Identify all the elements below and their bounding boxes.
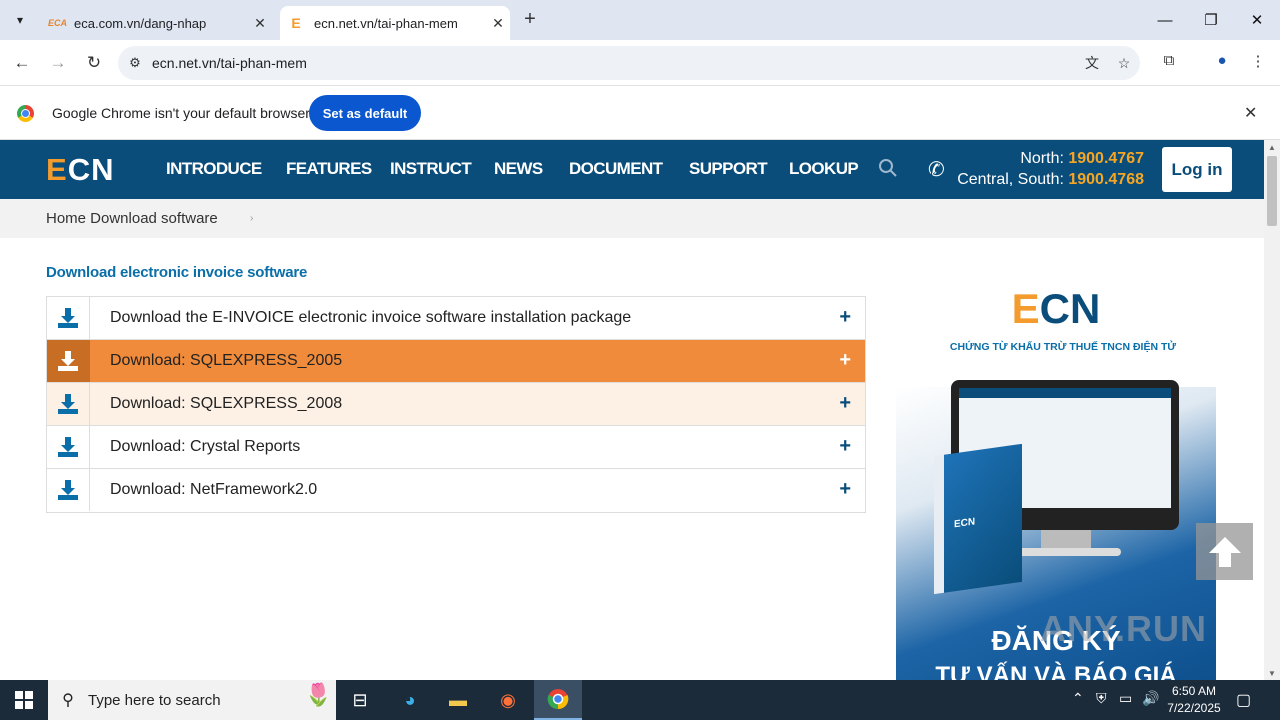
- profile-icon[interactable]: ●: [1210, 52, 1234, 76]
- infobar-message: Google Chrome isn't your default browser: [52, 105, 310, 121]
- breadcrumb-text[interactable]: Home Download software: [46, 210, 218, 227]
- edge-icon[interactable]: ◕: [386, 680, 434, 720]
- nav-instruct[interactable]: INSTRUCT: [390, 159, 472, 179]
- default-browser-infobar: Google Chrome isn't your default browser…: [0, 87, 1280, 140]
- chevron-up-icon[interactable]: ⌃: [1072, 690, 1084, 707]
- plus-icon[interactable]: +: [839, 306, 851, 329]
- scroll-down-icon[interactable]: ▼: [1268, 669, 1276, 678]
- site-info-icon[interactable]: ⚙: [118, 55, 152, 71]
- list-item-label: Download: NetFramework2.0: [110, 481, 318, 498]
- download-icon: [47, 469, 90, 511]
- banner-consult-text: TƯ VẤN VÀ BÁO GIÁ: [935, 662, 1177, 680]
- minimize-icon[interactable]: —: [1142, 0, 1188, 40]
- list-item-label: Download the E-INVOICE electronic invoic…: [110, 309, 632, 326]
- chrome-logo-icon: [17, 105, 34, 122]
- plus-icon[interactable]: +: [839, 478, 851, 501]
- tab-title: eca.com.vn/dang-nhap: [74, 15, 207, 31]
- page-viewport: ECN INTRODUCE FEATURES INSTRUCT NEWS DOC…: [0, 140, 1264, 680]
- plus-icon[interactable]: +: [839, 349, 851, 372]
- tab-eca[interactable]: ECA eca.com.vn/dang-nhap ✕: [40, 6, 272, 40]
- extensions-icon[interactable]: ⧉: [1157, 52, 1181, 76]
- chrome-taskbar-icon[interactable]: [534, 680, 582, 720]
- windows-start-icon[interactable]: [0, 680, 48, 720]
- task-view-icon[interactable]: ⊟: [336, 680, 384, 720]
- nav-news[interactable]: NEWS: [494, 159, 543, 179]
- page-title: Download electronic invoice software: [46, 264, 308, 281]
- close-icon[interactable]: ✕: [248, 15, 272, 32]
- page-scrollbar[interactable]: ▲ ▼: [1264, 140, 1280, 680]
- watermark: ANY.RUN: [1040, 608, 1208, 649]
- search-icon[interactable]: [878, 158, 898, 184]
- list-item-label: Download: SQLEXPRESS_2005: [110, 352, 343, 369]
- flowers-icon: 🌷: [304, 682, 332, 707]
- new-tab-icon[interactable]: +: [518, 8, 542, 32]
- firefox-icon[interactable]: ◉: [484, 680, 532, 720]
- scrollbar-thumb[interactable]: [1267, 156, 1277, 226]
- eca-favicon-icon: ECA: [48, 18, 68, 28]
- restore-icon[interactable]: ❐: [1188, 0, 1234, 40]
- breadcrumb-separator: ›: [250, 213, 254, 224]
- list-item[interactable]: Download: Crystal Reports +: [47, 426, 865, 469]
- menu-icon[interactable]: ⋮: [1246, 52, 1270, 76]
- hotline: North: 1900.4767 Central, South: 1900.47…: [957, 150, 1144, 188]
- download-list: Download the E-INVOICE electronic invoic…: [46, 296, 866, 513]
- ecn-logo[interactable]: ECN: [46, 152, 114, 188]
- plus-icon[interactable]: +: [839, 392, 851, 415]
- download-icon: [47, 383, 90, 425]
- list-item[interactable]: Download: SQLEXPRESS_2005 +: [47, 340, 865, 383]
- browser-toolbar: ← → ↻ ⚙ ecn.net.vn/tai-phan-mem 文 ☆ ⧉ ● …: [0, 40, 1280, 86]
- plus-icon[interactable]: +: [839, 435, 851, 458]
- nav-features[interactable]: FEATURES: [286, 159, 372, 179]
- close-icon[interactable]: ✕: [1244, 103, 1257, 123]
- volume-icon[interactable]: 🔊: [1142, 690, 1159, 707]
- reload-icon[interactable]: ↻: [81, 50, 107, 76]
- nav-support[interactable]: SUPPORT: [689, 159, 768, 179]
- notification-icon[interactable]: ▢: [1236, 690, 1251, 710]
- set-as-default-button[interactable]: Set as default: [309, 95, 421, 131]
- taskbar-clock[interactable]: 6:50 AM 7/22/2025: [1162, 683, 1226, 717]
- window-close-icon[interactable]: ✕: [1234, 0, 1280, 40]
- software-box-image: ECN: [934, 443, 1022, 595]
- security-icon[interactable]: ⛨: [1096, 690, 1107, 707]
- bookmark-star-icon[interactable]: ☆: [1108, 55, 1140, 72]
- tab-list-icon[interactable]: ▾: [8, 8, 32, 32]
- close-icon[interactable]: ✕: [486, 15, 510, 32]
- nav-introduce[interactable]: INTRODUCE: [166, 159, 262, 179]
- file-explorer-icon[interactable]: ▬: [434, 680, 482, 720]
- taskbar-search[interactable]: ⚲ Type here to search 🌷: [48, 680, 336, 720]
- arrow-up-icon: [1208, 536, 1241, 567]
- download-icon: [47, 340, 90, 382]
- search-icon: ⚲: [62, 692, 74, 709]
- forward-icon[interactable]: →: [45, 50, 71, 76]
- list-item-label: Download: SQLEXPRESS_2008: [110, 395, 343, 412]
- list-item-label: Download: Crystal Reports: [110, 438, 301, 455]
- tab-title: ecn.net.vn/tai-phan-mem: [314, 15, 458, 31]
- back-icon[interactable]: ←: [9, 50, 35, 76]
- list-item[interactable]: Download: NetFramework2.0 +: [47, 469, 865, 512]
- taskbar-search-placeholder: Type here to search: [88, 691, 221, 709]
- scroll-up-icon[interactable]: ▲: [1268, 143, 1276, 152]
- translate-icon[interactable]: 文: [1076, 53, 1108, 73]
- download-icon: [47, 426, 90, 468]
- url-text[interactable]: ecn.net.vn/tai-phan-mem: [152, 55, 1076, 71]
- list-item[interactable]: Download: SQLEXPRESS_2008 +: [47, 383, 865, 426]
- download-icon: [47, 297, 90, 339]
- address-bar[interactable]: ⚙ ecn.net.vn/tai-phan-mem 文 ☆: [118, 46, 1140, 80]
- breadcrumb: Home Download software ›: [0, 199, 1264, 238]
- list-item[interactable]: Download the E-INVOICE electronic invoic…: [47, 297, 865, 340]
- banner-subtitle: CHỨNG TỪ KHẤU TRỪ THUẾ TNCN ĐIỆN TỬ: [949, 341, 1177, 353]
- taskbar: ⚲ Type here to search 🌷 ⊟ ◕ ▬ ◉ ⌃ ⛨ ▭ 🔊 …: [0, 680, 1280, 720]
- network-icon[interactable]: ▭: [1119, 690, 1132, 707]
- site-header: ECN INTRODUCE FEATURES INSTRUCT NEWS DOC…: [0, 140, 1264, 199]
- login-button[interactable]: Log in: [1162, 147, 1232, 192]
- nav-lookup[interactable]: LOOKUP: [789, 159, 859, 179]
- banner-logo: ECN: [1011, 285, 1101, 332]
- ecn-favicon-icon: E: [291, 15, 301, 31]
- phone-icon: ✆: [928, 159, 945, 181]
- back-to-top-button[interactable]: [1196, 523, 1253, 580]
- tab-ecn[interactable]: E ecn.net.vn/tai-phan-mem ✕: [280, 6, 510, 40]
- tab-strip: ▾ ECA eca.com.vn/dang-nhap ✕ E ecn.net.v…: [0, 0, 1280, 40]
- nav-document[interactable]: DOCUMENT: [569, 159, 663, 179]
